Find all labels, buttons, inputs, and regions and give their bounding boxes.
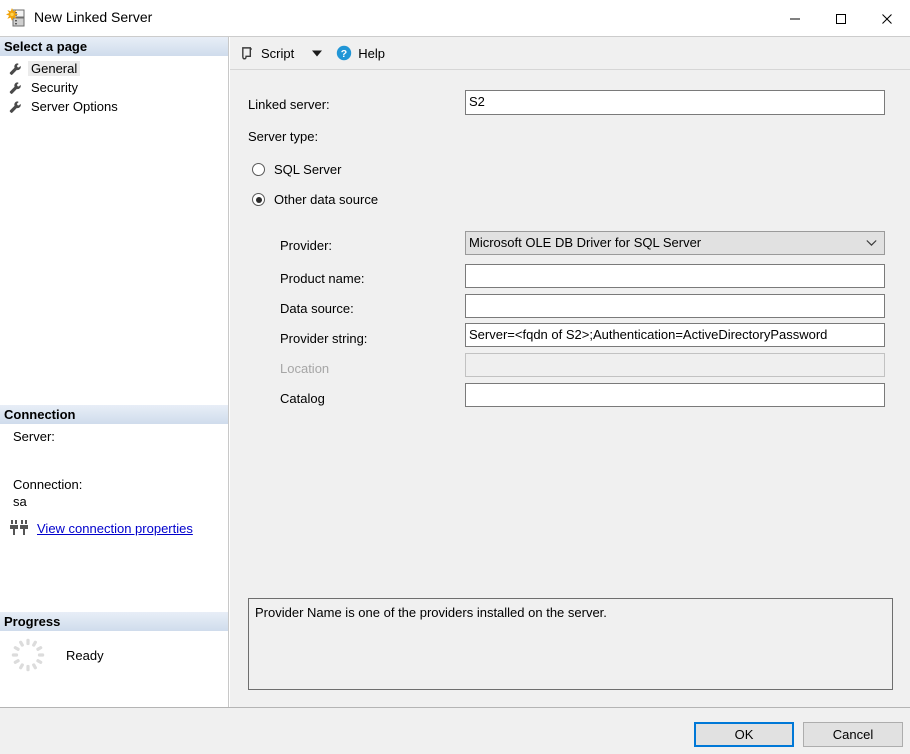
chevron-down-icon: [312, 50, 322, 57]
script-button[interactable]: Script: [236, 40, 298, 66]
linked-server-label: Linked server:: [248, 97, 330, 112]
description-panel: Provider Name is one of the providers in…: [248, 598, 893, 690]
minimize-icon: [789, 13, 801, 25]
title-bar: New Linked Server: [0, 0, 910, 37]
radio-sql-server-label: SQL Server: [274, 162, 341, 177]
cancel-button[interactable]: Cancel: [803, 722, 903, 747]
sidebar-item-server-options[interactable]: Server Options: [0, 97, 228, 116]
provider-dropdown[interactable]: Microsoft OLE DB Driver for SQL Server: [465, 231, 885, 255]
catalog-input[interactable]: [465, 383, 885, 407]
radio-other-data-source-label: Other data source: [274, 192, 378, 207]
view-connection-properties-link[interactable]: View connection properties: [37, 521, 193, 536]
script-label: Script: [261, 46, 294, 61]
connection-plug-icon: [9, 519, 29, 537]
script-dropdown-button[interactable]: [308, 40, 326, 66]
catalog-label: Catalog: [280, 391, 325, 406]
dialog-toolbar: Script ? Help: [230, 37, 910, 70]
dialog-button-bar: OK Cancel: [0, 707, 910, 754]
product-name-label: Product name:: [280, 271, 365, 286]
data-source-label: Data source:: [280, 301, 354, 316]
radio-other-data-source-indicator[interactable]: [252, 193, 265, 206]
sidebar-item-label: Server Options: [28, 99, 121, 114]
wrench-icon: [8, 81, 22, 95]
radio-sql-server-indicator[interactable]: [252, 163, 265, 176]
close-button[interactable]: [864, 0, 910, 37]
svg-text:?: ?: [341, 48, 347, 60]
description-text: Provider Name is one of the providers in…: [255, 605, 607, 620]
location-label: Location: [280, 361, 329, 376]
spinner-icon: [10, 637, 46, 673]
provider-label: Provider:: [280, 238, 332, 253]
ok-button[interactable]: OK: [694, 722, 794, 747]
chevron-down-icon: [866, 240, 877, 247]
sidebar-item-general[interactable]: General: [0, 59, 228, 78]
window-title: New Linked Server: [34, 9, 152, 25]
progress-header: Progress: [0, 612, 228, 631]
maximize-icon: [835, 13, 847, 25]
maximize-button[interactable]: [818, 0, 864, 37]
page-list: General Security Server Options: [0, 59, 228, 116]
connection-header: Connection: [0, 405, 228, 424]
view-connection-properties-row[interactable]: View connection properties: [9, 519, 193, 537]
provider-string-label: Provider string:: [280, 331, 367, 346]
left-panel: Select a page General Security Server Op…: [0, 37, 229, 707]
minimize-button[interactable]: [772, 0, 818, 37]
wrench-icon: [8, 62, 22, 76]
close-icon: [881, 13, 893, 25]
sidebar-item-label: Security: [28, 80, 81, 95]
help-label: Help: [358, 46, 385, 61]
provider-selected-value: Microsoft OLE DB Driver for SQL Server: [469, 235, 701, 250]
help-question-icon: ?: [336, 45, 352, 61]
location-input: [465, 353, 885, 377]
sidebar-item-security[interactable]: Security: [0, 78, 228, 97]
radio-other-data-source[interactable]: Other data source: [252, 192, 378, 207]
linked-server-input[interactable]: S2: [465, 90, 885, 115]
connection-server-label: Server:: [0, 429, 55, 444]
provider-string-input[interactable]: Server=<fqdn of S2>;Authentication=Activ…: [465, 323, 885, 347]
new-linked-server-icon: [6, 7, 28, 29]
radio-sql-server[interactable]: SQL Server: [252, 162, 341, 177]
product-name-input[interactable]: [465, 264, 885, 288]
wrench-icon: [8, 100, 22, 114]
progress-status: Ready: [66, 648, 104, 663]
sidebar-item-label: General: [28, 61, 80, 76]
progress-block: Ready: [0, 637, 228, 673]
help-button[interactable]: ? Help: [332, 40, 389, 66]
connection-user-label: Connection:: [0, 477, 82, 492]
general-page-content: Linked server: S2 Server type: SQL Serve…: [230, 70, 910, 707]
connection-user-value: sa: [0, 494, 27, 509]
script-icon: [240, 46, 255, 61]
server-type-label: Server type:: [248, 129, 318, 144]
select-a-page-header: Select a page: [0, 37, 228, 56]
window-controls: [772, 0, 910, 37]
data-source-input[interactable]: [465, 294, 885, 318]
